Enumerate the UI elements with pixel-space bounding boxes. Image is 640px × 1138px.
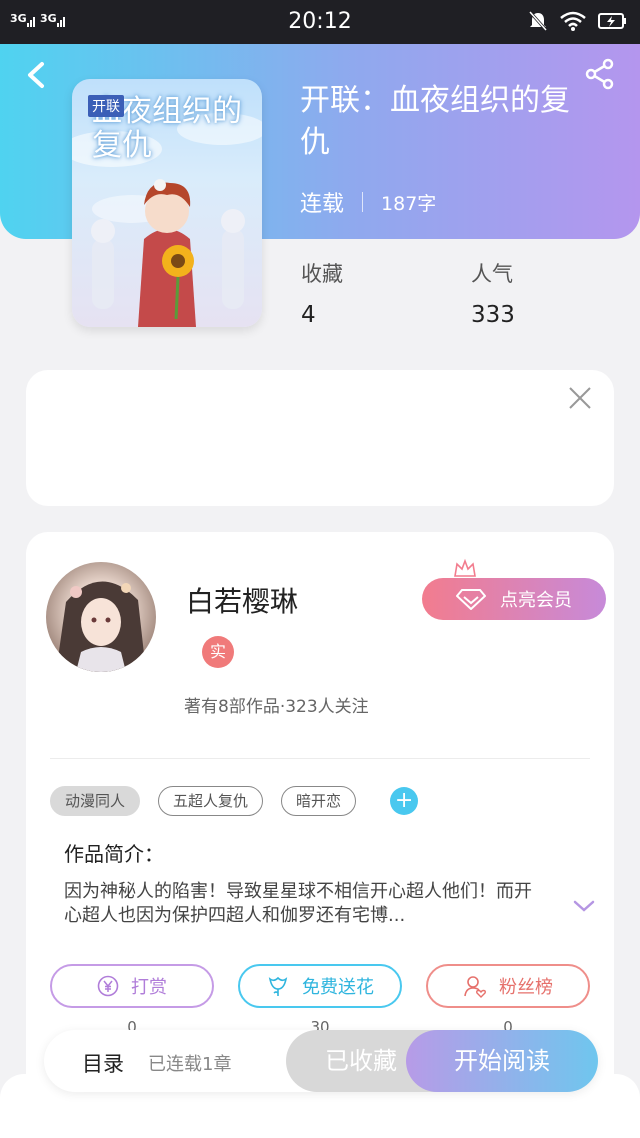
- diamond-icon: [456, 589, 486, 610]
- stat-favorites: 收藏 4: [301, 258, 343, 328]
- fans-icon: [464, 976, 486, 998]
- author-stats: 著有8部作品·323人关注: [184, 697, 369, 717]
- crown-icon: [454, 558, 476, 577]
- word-count: 187字: [381, 192, 437, 215]
- action-buttons: 打赏 免费送花 粉丝榜: [50, 964, 590, 1008]
- intro-text: 因为神秘人的陷害！导致星星球不相信开心超人他们！而开心超人也因为保护四超人和伽罗…: [64, 881, 532, 926]
- add-tag-icon[interactable]: +: [390, 787, 419, 815]
- reward-button[interactable]: 打赏: [50, 964, 214, 1008]
- close-icon[interactable]: [566, 384, 594, 412]
- table-of-contents-button[interactable]: 目录: [82, 1048, 124, 1078]
- ad-card: [26, 370, 614, 506]
- bottom-action-bar: 目录 已连载1章 已收藏 开始阅读: [44, 1030, 598, 1092]
- divider: [50, 758, 590, 759]
- mute-bell-icon: [528, 11, 548, 31]
- start-reading-button[interactable]: 开始阅读: [406, 1030, 598, 1092]
- reward-label: 打赏: [131, 977, 167, 998]
- flower-icon: [268, 976, 288, 996]
- status-bar: 3G 3G 20:12: [0, 0, 640, 44]
- stat-value: 333: [471, 302, 515, 328]
- book-cover[interactable]: 血夜组织的复仇 开联: [72, 79, 262, 327]
- battery-charging-icon: [598, 13, 626, 29]
- tag-item[interactable]: 五超人复仇: [158, 786, 264, 816]
- tag-list: 动漫同人 五超人复仇 暗开恋 +: [50, 786, 419, 816]
- intro-label: 作品简介：: [64, 842, 164, 866]
- cover-tag: 开联: [88, 95, 124, 117]
- tag-item[interactable]: 动漫同人: [50, 786, 141, 816]
- stat-popularity: 人气 333: [471, 258, 515, 328]
- wifi-icon: [560, 11, 586, 31]
- author-avatar[interactable]: [46, 562, 156, 672]
- yen-icon: [97, 975, 119, 997]
- stat-value: 4: [301, 302, 316, 328]
- fans-rank-button[interactable]: 粉丝榜: [426, 964, 590, 1008]
- back-arrow-icon[interactable]: [22, 60, 52, 90]
- book-title: 开联：血夜组织的复仇: [300, 83, 570, 160]
- book-meta: 连载 187字: [300, 186, 436, 218]
- author-name[interactable]: 白若樱琳: [186, 580, 298, 620]
- book-status: 连载: [300, 192, 345, 217]
- meta-divider: [362, 192, 364, 212]
- send-flower-button[interactable]: 免费送花: [238, 964, 402, 1008]
- stat-label: 收藏: [301, 262, 343, 286]
- send-flower-label: 免费送花: [302, 977, 374, 998]
- chapter-count: 已连载1章: [148, 1054, 232, 1075]
- verified-badge: 实: [202, 636, 234, 668]
- vip-button[interactable]: 点亮会员: [422, 578, 606, 620]
- stat-label: 人气: [471, 262, 513, 286]
- fans-rank-label: 粉丝榜: [499, 977, 553, 998]
- chevron-down-icon[interactable]: [572, 898, 596, 914]
- avatar-illustration: [56, 581, 146, 672]
- vip-button-label: 点亮会员: [500, 590, 572, 611]
- tag-item[interactable]: 暗开恋: [281, 786, 357, 816]
